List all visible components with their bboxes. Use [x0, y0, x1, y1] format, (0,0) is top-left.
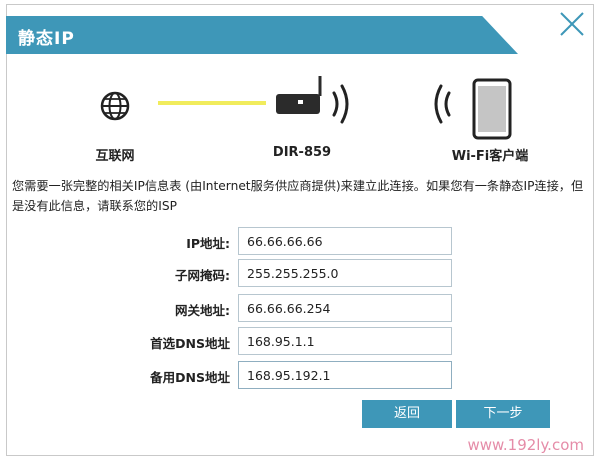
- ip-address-label: IP地址:: [186, 236, 230, 251]
- primary-dns-input[interactable]: [238, 327, 452, 355]
- globe-icon: [100, 91, 130, 121]
- mobile-device-icon: [472, 78, 512, 140]
- router-icon: [276, 76, 322, 114]
- ip-address-input[interactable]: [238, 227, 452, 255]
- subnet-mask-label: 子网掩码:: [175, 268, 230, 283]
- next-button[interactable]: 下一步: [456, 400, 550, 428]
- client-label: Wi-Fi客户端: [451, 149, 529, 164]
- secondary-dns-label: 备用DNS地址: [150, 370, 230, 385]
- watermark-text: www.192ly.com: [467, 436, 584, 454]
- ip-address-row: IP地址:: [0, 227, 600, 255]
- router-label: DIR-859: [272, 145, 332, 160]
- internet-label: 互联网: [95, 149, 135, 164]
- wifi-signal-icon: [332, 84, 349, 124]
- gateway-input[interactable]: [238, 294, 452, 322]
- description-text: 您需要一张完整的相关IP信息表 (由Internet服务供应商提供)来建立此连接…: [12, 179, 584, 213]
- secondary-dns-input[interactable]: [238, 361, 452, 389]
- gateway-row: 网关地址:: [0, 294, 600, 322]
- primary-dns-row: 首选DNS地址: [0, 327, 600, 355]
- primary-dns-label: 首选DNS地址: [150, 336, 230, 351]
- back-button[interactable]: 返回: [362, 400, 452, 428]
- gateway-label: 网关地址:: [175, 303, 230, 318]
- wifi-signal-icon: [434, 84, 451, 124]
- secondary-dns-row: 备用DNS地址: [0, 361, 600, 389]
- subnet-mask-row: 子网掩码:: [0, 259, 600, 287]
- subnet-mask-input[interactable]: [238, 259, 452, 287]
